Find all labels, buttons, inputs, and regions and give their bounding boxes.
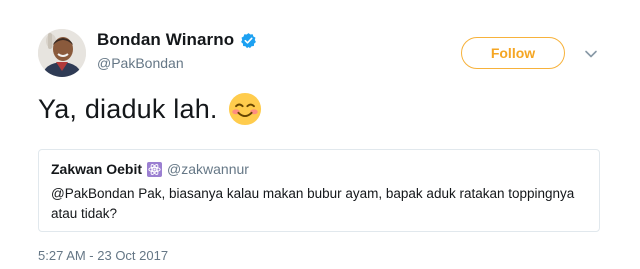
tweet-text: Ya, diaduk lah. [38, 92, 262, 126]
quoted-author-name: Zakwan Oebit [51, 161, 143, 177]
quoted-tweet-text: @PakBondan Pak, biasanya kalau makan bub… [51, 186, 575, 221]
avatar[interactable] [38, 29, 86, 77]
quoted-tweet[interactable]: Zakwan Oebit @zakwannur @PakBondan Pak, … [38, 149, 600, 232]
follow-button[interactable]: Follow [461, 37, 565, 69]
verified-badge-icon [240, 32, 257, 49]
chevron-down-icon[interactable] [583, 46, 599, 62]
smiling-face-emoji-icon [228, 92, 262, 126]
author-name-row: Bondan Winarno [97, 30, 257, 50]
quoted-tweet-header: Zakwan Oebit @zakwannur [51, 161, 249, 177]
tweet-timestamp[interactable]: 5:27 AM - 23 Oct 2017 [38, 248, 168, 263]
tweet-card: Bondan Winarno @PakBondan Follow Ya, dia… [0, 0, 640, 269]
author-display-name[interactable]: Bondan Winarno [97, 30, 234, 50]
tweet-text-content: Ya, diaduk lah. [38, 93, 218, 124]
quoted-author-handle: @zakwannur [167, 161, 249, 177]
atom-symbol-icon [147, 161, 163, 177]
author-handle[interactable]: @PakBondan [97, 55, 184, 71]
